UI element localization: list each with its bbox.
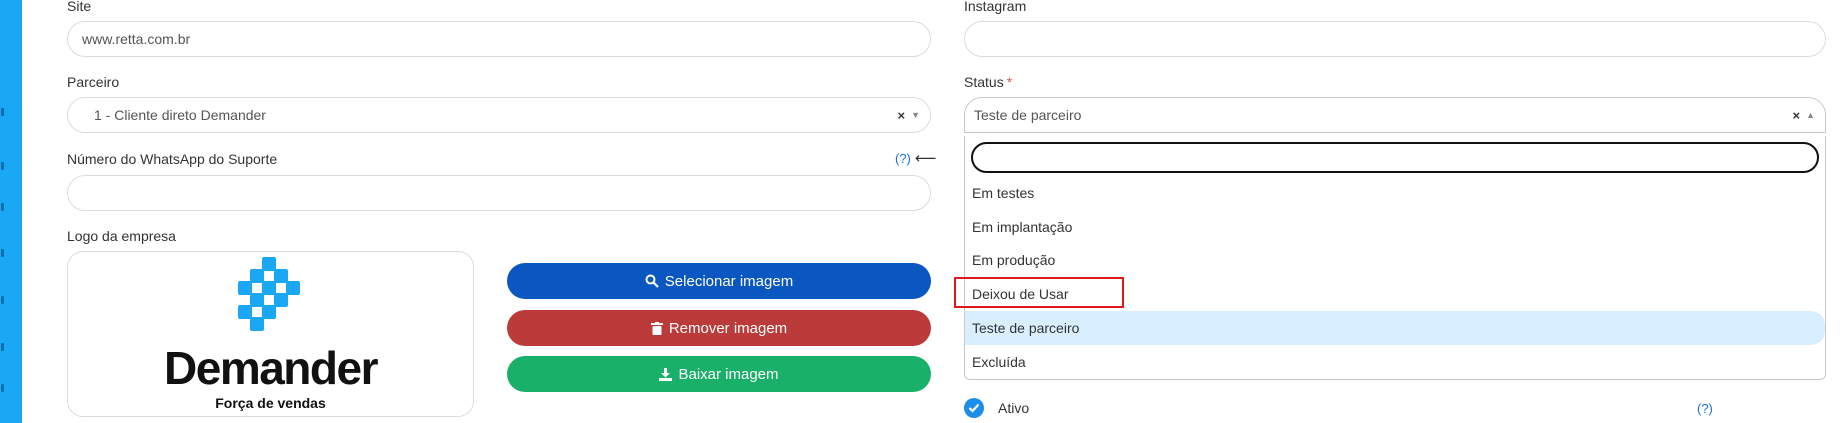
status-option-em-testes[interactable]: Em testes bbox=[965, 176, 1825, 210]
whatsapp-help-link[interactable]: (?) bbox=[895, 151, 911, 166]
required-mark: * bbox=[1006, 74, 1013, 90]
sidebar-mark bbox=[1, 162, 4, 170]
instagram-label: Instagram bbox=[964, 0, 1027, 14]
remove-image-button[interactable]: Remover imagem bbox=[507, 310, 931, 346]
left-sidebar-strip bbox=[0, 0, 22, 423]
whatsapp-label: Número do WhatsApp do Suporte bbox=[67, 151, 278, 167]
select-image-label: Selecionar imagem bbox=[664, 272, 794, 290]
sidebar-mark bbox=[1, 108, 4, 116]
trash-icon bbox=[650, 321, 663, 335]
status-label: Status * bbox=[964, 74, 1012, 90]
status-label-text: Status bbox=[964, 74, 1004, 90]
sidebar-mark bbox=[1, 296, 4, 304]
logo-preview: Demander Força de vendas bbox=[67, 251, 474, 417]
download-icon bbox=[659, 367, 673, 381]
status-option-teste-de-parceiro[interactable]: Teste de parceiro bbox=[965, 311, 1825, 345]
logo-brand-name: Demander bbox=[164, 342, 378, 394]
status-clear-icon[interactable]: × bbox=[1792, 108, 1800, 123]
sidebar-mark bbox=[1, 203, 4, 211]
remove-image-label: Remover imagem bbox=[668, 319, 788, 337]
download-image-label: Baixar imagem bbox=[678, 365, 779, 383]
status-select-value: Teste de parceiro bbox=[974, 107, 1082, 123]
chevron-down-icon[interactable]: ▼ bbox=[911, 110, 920, 120]
check-icon bbox=[968, 403, 980, 413]
download-image-button[interactable]: Baixar imagem bbox=[507, 356, 931, 392]
logo-label: Logo da empresa bbox=[67, 228, 176, 244]
parceiro-label: Parceiro bbox=[67, 74, 120, 90]
demander-logo-mark-icon bbox=[238, 257, 300, 331]
site-label: Site bbox=[67, 0, 92, 14]
whatsapp-input[interactable] bbox=[67, 175, 931, 211]
logo-brand-tagline: Força de vendas bbox=[215, 395, 326, 411]
highlight-annotation-box bbox=[954, 277, 1124, 308]
ativo-label: Ativo bbox=[998, 400, 1030, 416]
status-select[interactable]: Teste de parceiro × ▲ bbox=[964, 97, 1826, 133]
status-option-em-producao[interactable]: Em produção bbox=[965, 243, 1825, 277]
ativo-help-link[interactable]: (?) bbox=[1697, 401, 1713, 416]
sidebar-mark bbox=[1, 384, 4, 392]
sidebar-mark bbox=[1, 249, 4, 257]
status-option-em-implantacao[interactable]: Em implantação bbox=[965, 210, 1825, 244]
sidebar-mark bbox=[1, 343, 4, 351]
status-option-excluida[interactable]: Excluída bbox=[965, 345, 1825, 379]
parceiro-select[interactable]: 1 - Cliente direto Demander × ▼ bbox=[67, 97, 931, 133]
search-icon bbox=[645, 274, 659, 288]
parceiro-select-value: 1 - Cliente direto Demander bbox=[94, 107, 266, 123]
parceiro-clear-icon[interactable]: × bbox=[897, 108, 905, 123]
site-input[interactable]: www.retta.com.br bbox=[67, 21, 931, 57]
ativo-checkbox[interactable] bbox=[964, 398, 984, 418]
site-input-value: www.retta.com.br bbox=[82, 31, 191, 47]
status-dropdown: Em testes Em implantação Em produção Dei… bbox=[964, 136, 1826, 380]
chevron-up-icon[interactable]: ▲ bbox=[1806, 110, 1815, 120]
status-dropdown-search-input[interactable] bbox=[971, 142, 1819, 173]
arrow-left-icon: ⟵ bbox=[915, 150, 937, 167]
instagram-input[interactable] bbox=[964, 21, 1826, 57]
select-image-button[interactable]: Selecionar imagem bbox=[507, 263, 931, 299]
